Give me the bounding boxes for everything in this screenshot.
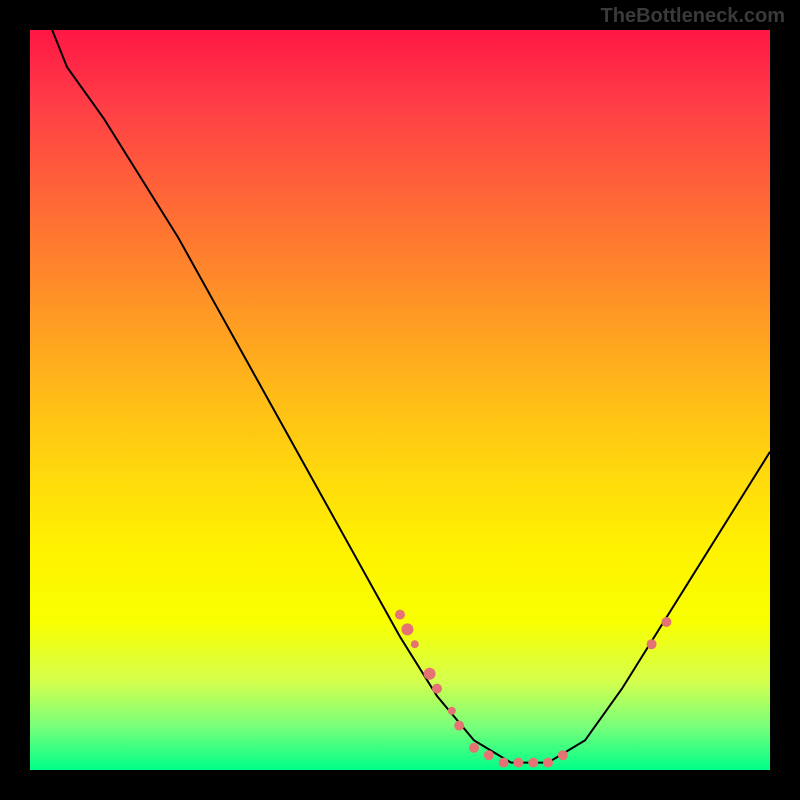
data-marker: [484, 750, 494, 760]
data-markers: [395, 610, 671, 768]
data-marker: [558, 750, 568, 760]
data-marker: [424, 668, 436, 680]
data-marker: [513, 758, 523, 768]
data-marker: [499, 758, 509, 768]
data-marker: [469, 743, 479, 753]
bottleneck-curve: [52, 30, 770, 763]
data-marker: [661, 617, 671, 627]
data-marker: [528, 758, 538, 768]
data-marker: [454, 721, 464, 731]
chart-svg: [30, 30, 770, 770]
data-marker: [432, 684, 442, 694]
data-marker: [395, 610, 405, 620]
data-marker: [647, 639, 657, 649]
data-marker: [401, 623, 413, 635]
chart-container: [30, 30, 770, 770]
data-marker: [543, 758, 553, 768]
data-marker: [448, 707, 456, 715]
data-marker: [411, 640, 419, 648]
watermark-text: TheBottleneck.com: [601, 5, 785, 28]
